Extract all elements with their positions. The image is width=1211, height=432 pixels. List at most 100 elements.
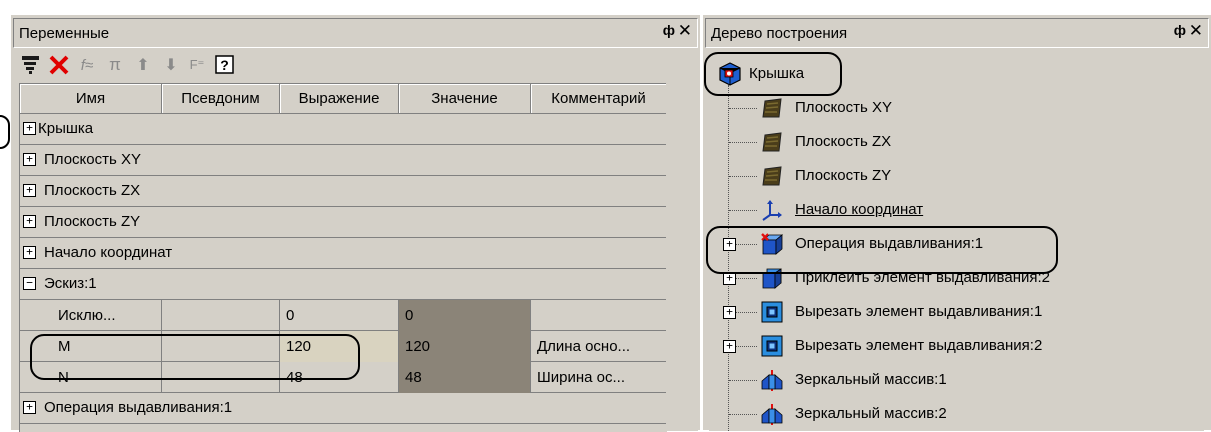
tree-node[interactable]: Плоскость ZX (709, 125, 1204, 159)
collapse-icon[interactable]: − (23, 277, 36, 290)
var-comment-cell[interactable]: Ширина ос... (531, 362, 667, 393)
var-name-cell[interactable]: Исклю... (20, 300, 162, 331)
group-label: Крышка (38, 120, 94, 137)
column-header-comment[interactable]: Комментарий (531, 84, 667, 114)
build-tree-panel: Дерево построения ф ✕ Крышка Плоскость X… (702, 14, 1211, 431)
expand-icon[interactable]: + (723, 272, 736, 285)
group-label: Операция выдавливания:1 (44, 399, 233, 416)
mirror-array-icon (759, 401, 785, 427)
tree-connector (729, 176, 757, 177)
arrow-up-icon[interactable]: ⬆ (131, 53, 155, 77)
variables-panel-title: Переменные (19, 25, 110, 42)
tree-node[interactable]: Начало координат (709, 193, 1204, 227)
variables-table: Имя Псевдоним Выражение Значение Коммент… (19, 83, 667, 432)
column-header-alias[interactable]: Псевдоним (162, 84, 280, 114)
arrow-down-icon[interactable]: ⬇ (159, 53, 183, 77)
table-row[interactable]: + Плоскость XY (20, 145, 667, 176)
table-row[interactable]: + Операция выдавливания:1 (20, 393, 667, 424)
tree-node[interactable]: Зеркальный массив:2 (709, 397, 1204, 431)
expand-icon[interactable]: + (23, 184, 36, 197)
tree-titlebar: Дерево построения ф ✕ (705, 18, 1209, 48)
table-row[interactable]: + Плоскость ZY (20, 207, 667, 238)
variables-toolbar: f≈ π ⬆ ⬇ F⁼ ? (19, 51, 679, 81)
close-icon[interactable]: ✕ (1189, 21, 1203, 41)
tree-panel-title: Дерево построения (711, 25, 848, 42)
table-row[interactable]: + Крышка (20, 114, 667, 145)
expand-icon[interactable]: + (723, 340, 736, 353)
tree-connector (736, 244, 757, 245)
variables-panel: Переменные ф ✕ f≈ π ⬆ ⬇ F⁼ ? Имя Псевдон… (10, 14, 700, 432)
table-row[interactable]: M 120 120 Длина осно... (20, 331, 667, 362)
tree-node-label: Зеркальный массив:1 (795, 371, 947, 388)
group-label: Эскиз:1 (44, 275, 97, 292)
expand-icon[interactable]: + (723, 238, 736, 251)
tree-node-label: Плоскость XY (795, 99, 892, 116)
var-comment-cell[interactable] (531, 300, 667, 331)
help-icon[interactable]: ? (213, 53, 237, 77)
delete-icon[interactable] (47, 53, 71, 77)
tree-node[interactable]: + Приклеить элемент выдавливания:2 (709, 261, 1204, 295)
tree-node[interactable]: + Вырезать элемент выдавливания:2 (709, 329, 1204, 363)
tree-node-label: Крышка (749, 65, 805, 82)
table-row[interactable]: + Начало координат (20, 238, 667, 269)
plane-icon (759, 163, 785, 189)
group-label: Начало координат (44, 244, 173, 261)
expand-icon[interactable]: + (23, 153, 36, 166)
tree-node-label: Начало координат (795, 201, 924, 218)
pi-icon[interactable]: π (103, 53, 127, 77)
tree-node-root[interactable]: Крышка (709, 57, 1204, 91)
tree-node[interactable]: + Вырезать элемент выдавливания:1 (709, 295, 1204, 329)
tree-connector (736, 346, 757, 347)
highlight-outline (0, 115, 10, 149)
group-label: Плоскость XY (44, 151, 141, 168)
table-side-area (666, 83, 698, 431)
extrude-icon (759, 231, 785, 257)
table-row[interactable]: N 48 48 Ширина ос... (20, 362, 667, 393)
column-header-expression[interactable]: Выражение (280, 84, 399, 114)
tree-node-label: Операция выдавливания:1 (795, 235, 984, 252)
table-row[interactable]: Исклю... 0 0 (20, 300, 667, 331)
table-row[interactable]: + Плоскость ZX (20, 176, 667, 207)
var-expression-cell[interactable]: 48 (280, 362, 399, 393)
table-row[interactable]: − Эскиз:1 (20, 269, 667, 300)
expand-icon[interactable]: + (723, 306, 736, 319)
tree-node-label: Вырезать элемент выдавливания:1 (795, 303, 1043, 320)
tree-connector (729, 108, 757, 109)
var-value-cell: 120 (399, 331, 531, 362)
var-alias-cell[interactable] (162, 362, 280, 393)
part-icon (717, 61, 743, 87)
var-name-cell[interactable]: N (20, 362, 162, 393)
var-expression-cell[interactable]: 0 (280, 300, 399, 331)
expand-icon[interactable]: + (23, 215, 36, 228)
tree-connector (729, 414, 757, 415)
tree-node-label: Вырезать элемент выдавливания:2 (795, 337, 1043, 354)
tree-node[interactable]: Плоскость XY (709, 91, 1204, 125)
pin-icon[interactable]: ф (1174, 22, 1186, 38)
var-expression-cell[interactable]: 120 (280, 331, 399, 362)
expand-icon[interactable]: + (23, 122, 36, 135)
var-alias-cell[interactable] (162, 331, 280, 362)
group-label: Плоскость ZX (44, 182, 141, 199)
close-icon[interactable]: ✕ (678, 21, 692, 41)
var-value-cell: 0 (399, 300, 531, 331)
tree-node-label: Зеркальный массив:2 (795, 405, 947, 422)
tree-node[interactable]: Плоскость ZY (709, 159, 1204, 193)
pin-icon[interactable]: ф (663, 22, 675, 38)
tree-connector (729, 210, 757, 211)
svg-text:?: ? (220, 57, 229, 73)
tree-connector (729, 142, 757, 143)
var-name-cell[interactable]: M (20, 331, 162, 362)
column-header-name[interactable]: Имя (20, 84, 162, 114)
formula-icon[interactable]: F⁼ (185, 53, 209, 77)
expand-icon[interactable]: + (23, 401, 36, 414)
function-icon[interactable]: f≈ (75, 53, 99, 77)
var-comment-cell[interactable]: Длина осно... (531, 331, 667, 362)
cut-extrude-icon (759, 333, 785, 359)
column-header-value[interactable]: Значение (399, 84, 531, 114)
tree-view-icon[interactable] (19, 53, 43, 77)
expand-icon[interactable]: + (23, 246, 36, 259)
build-tree: Крышка Плоскость XY Плоскость ZX Плоскос… (709, 51, 1204, 431)
var-alias-cell[interactable] (162, 300, 280, 331)
tree-node[interactable]: + Операция выдавливания:1 (709, 227, 1204, 261)
tree-node[interactable]: Зеркальный массив:1 (709, 363, 1204, 397)
